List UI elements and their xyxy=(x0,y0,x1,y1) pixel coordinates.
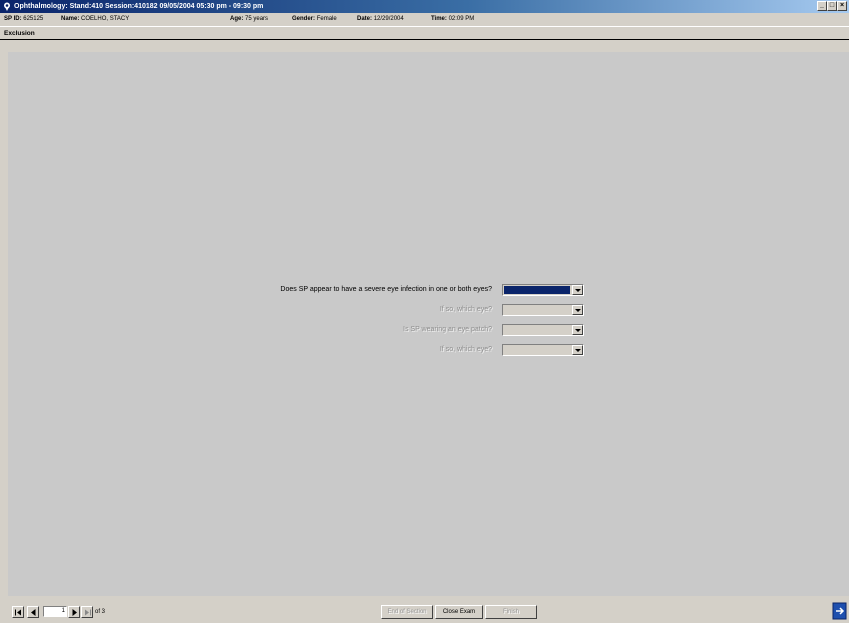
dropdown-arrow-icon[interactable] xyxy=(572,305,583,315)
question-eye-patch-label: Is SP wearing an eye patch? xyxy=(403,326,492,333)
question-eye-infection-label: Does SP appear to have a severe eye infe… xyxy=(280,286,492,293)
eye-infection-select[interactable] xyxy=(502,284,584,296)
app-pin-icon xyxy=(4,2,10,11)
eye-patch-value xyxy=(504,326,570,334)
patch-which-eye-select[interactable] xyxy=(502,344,584,356)
previous-page-button[interactable] xyxy=(27,606,39,618)
eye-patch-select[interactable] xyxy=(502,324,584,336)
question-infection-which-eye-label: If so, which eye? xyxy=(439,306,492,313)
section-title: Exclusion xyxy=(0,26,849,40)
name-field: Name: COELHO, STACY xyxy=(61,16,130,22)
date-field: Date: 12/29/2004 xyxy=(357,16,404,22)
next-page-button[interactable] xyxy=(68,606,80,618)
window-title: Ophthalmology: Stand:410 Session:410182 … xyxy=(14,3,264,10)
page-total-label: of 3 xyxy=(95,609,106,615)
page-number-input[interactable]: 1 xyxy=(43,606,67,617)
first-page-icon xyxy=(15,609,21,616)
last-page-button[interactable] xyxy=(81,606,93,618)
minimize-button[interactable]: _ xyxy=(817,1,827,11)
finish-button[interactable]: Finish xyxy=(485,605,537,619)
patch-which-eye-value xyxy=(504,346,570,354)
maximize-button[interactable]: □ xyxy=(827,1,837,11)
next-page-icon xyxy=(72,609,77,616)
window-title-bar: Ophthalmology: Stand:410 Session:410182 … xyxy=(0,0,849,13)
question-patch-which-eye-label: If so, which eye? xyxy=(439,346,492,353)
end-of-section-button[interactable]: End of Section xyxy=(381,605,433,619)
age-field: Age: 75 years xyxy=(230,16,269,22)
dropdown-arrow-icon[interactable] xyxy=(572,325,583,335)
last-page-icon xyxy=(85,609,91,616)
participant-info-bar: SP ID: 625125 Name: COELHO, STACY Age: 7… xyxy=(0,13,849,26)
time-field: Time: 02:09 PM xyxy=(431,16,475,22)
close-exam-button[interactable]: Close Exam xyxy=(435,605,483,619)
exit-door-icon[interactable] xyxy=(832,602,847,620)
previous-page-icon xyxy=(31,609,36,616)
infection-which-eye-value xyxy=(504,306,570,314)
infection-which-eye-select[interactable] xyxy=(502,304,584,316)
sp-id-field: SP ID: 625125 xyxy=(4,16,44,22)
gender-field: Gender: Female xyxy=(292,16,337,22)
dropdown-arrow-icon[interactable] xyxy=(572,345,583,355)
close-button[interactable]: × xyxy=(837,1,847,11)
first-page-button[interactable] xyxy=(12,606,24,618)
eye-infection-value xyxy=(504,286,570,294)
dropdown-arrow-icon[interactable] xyxy=(572,285,583,295)
